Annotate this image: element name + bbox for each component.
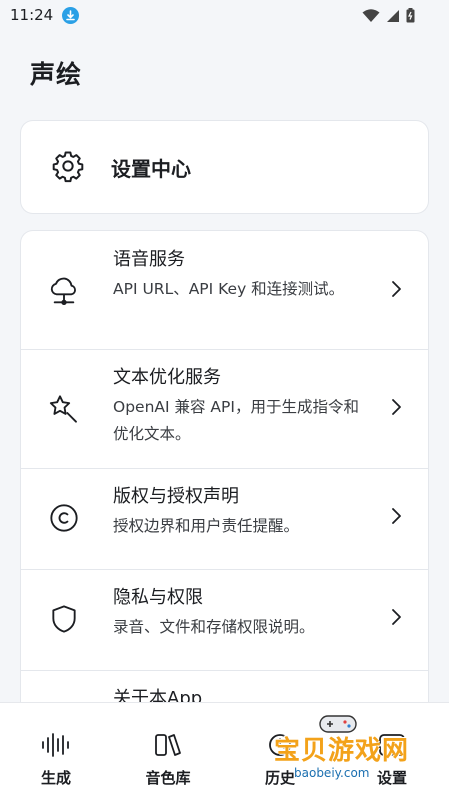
battery-icon (406, 8, 415, 27)
privacy-title: 隐私与权限 (113, 587, 203, 608)
settings-center-label: 设置中心 (111, 157, 191, 181)
status-time: 11:24 (10, 6, 54, 24)
watermark-text: 宝贝游戏网 (274, 736, 410, 766)
text-optimize-desc: OpenAI 兼容 API，用于生成指令和优化文本。 (113, 398, 359, 443)
chevron-right-icon (390, 397, 402, 421)
list-item-voice-service[interactable]: 语音服务 API URL、API Key 和连接测试。 (21, 231, 428, 350)
text-optimize-title: 文本优化服务 (113, 367, 221, 388)
library-icon (152, 731, 184, 763)
nav-label-generate: 生成 (40, 769, 71, 787)
gear-icon (51, 149, 85, 187)
copyright-title: 版权与授权声明 (113, 486, 239, 507)
voice-service-title: 语音服务 (113, 249, 185, 270)
app-title: 声绘 (30, 60, 83, 89)
nav-item-generate[interactable]: 生成 (0, 703, 112, 799)
watermark-logo: 宝贝游戏网 baobeiy.com (268, 712, 418, 792)
chevron-right-icon (390, 607, 402, 631)
copyright-desc: 授权边界和用户责任提醒。 (113, 517, 300, 535)
copyright-icon (48, 502, 80, 538)
privacy-desc: 录音、文件和存储权限说明。 (113, 618, 315, 636)
settings-list: 语音服务 API URL、API Key 和连接测试。 文本优化服务 OpenA… (21, 231, 428, 761)
list-item-copyright[interactable]: 版权与授权声明 授权边界和用户责任提醒。 (21, 468, 428, 570)
chevron-right-icon (390, 279, 402, 303)
voice-service-desc: API URL、API Key 和连接测试。 (113, 280, 345, 298)
settings-center-card[interactable]: 设置中心 (21, 121, 428, 213)
signal-icon (386, 8, 400, 27)
nav-label-voice-library: 音色库 (145, 769, 191, 787)
chevron-right-icon (390, 506, 402, 530)
status-bar: 11:24 (0, 0, 449, 34)
shield-icon (48, 603, 80, 639)
waveform-icon (40, 731, 72, 763)
cloud-network-icon (48, 275, 80, 311)
list-item-privacy[interactable]: 隐私与权限 录音、文件和存储权限说明。 (21, 569, 428, 671)
wifi-icon (362, 8, 380, 27)
magic-star-icon (48, 393, 80, 429)
watermark-url: baobeiy.com (294, 766, 370, 780)
nav-item-voice-library[interactable]: 音色库 (112, 703, 224, 799)
list-item-text-optimize[interactable]: 文本优化服务 OpenAI 兼容 API，用于生成指令和优化文本。 (21, 349, 428, 469)
download-icon (62, 7, 79, 24)
